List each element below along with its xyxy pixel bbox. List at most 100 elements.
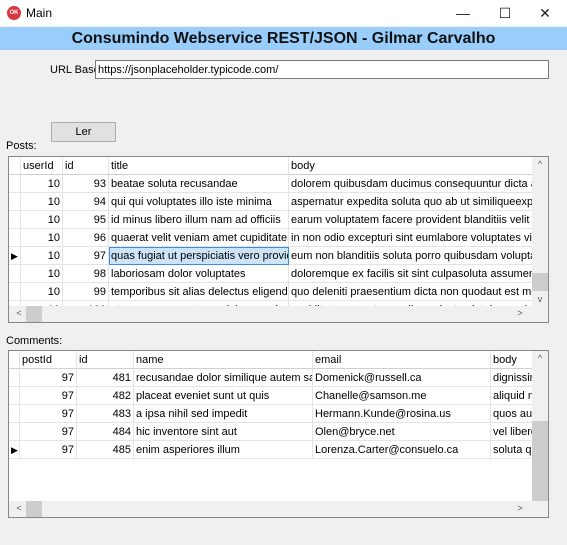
row-indicator: [9, 369, 20, 387]
indicator-header: [9, 157, 21, 175]
vertical-scroll-thumb[interactable]: [532, 273, 548, 291]
cell-title[interactable]: beatae soluta recusandae: [109, 175, 289, 193]
row-indicator: [9, 423, 20, 441]
vertical-scroll-thumb[interactable]: [532, 421, 548, 501]
cell-id[interactable]: 93: [63, 175, 109, 193]
row-indicator: [9, 229, 21, 247]
column-header-id[interactable]: id: [63, 157, 109, 175]
cell-body[interactable]: aspernatur expedita soluta quo ab ut sim…: [289, 193, 534, 211]
horizontal-scroll-thumb[interactable]: [26, 501, 42, 517]
cell-id[interactable]: 482: [77, 387, 134, 405]
cell-name[interactable]: hic inventore sint aut: [134, 423, 313, 441]
column-header-body[interactable]: body: [289, 157, 534, 175]
column-header-postId[interactable]: postId: [20, 351, 77, 369]
column-header-userId[interactable]: userId: [21, 157, 63, 175]
scroll-right-icon[interactable]: >: [512, 308, 528, 318]
row-indicator: [9, 211, 21, 229]
url-base-label: URL Base: [50, 64, 100, 76]
cell-postId[interactable]: 97: [20, 423, 77, 441]
cell-id[interactable]: 96: [63, 229, 109, 247]
horizontal-scrollbar[interactable]: < >: [9, 501, 548, 517]
indicator-header: [9, 351, 20, 369]
posts-grid[interactable]: userId id title body 10 93 beatae soluta recus…: [8, 156, 549, 323]
column-header-title[interactable]: title: [109, 157, 289, 175]
cell-title[interactable]: laboriosam dolor voluptates: [109, 265, 289, 283]
current-row-indicator-icon: ▶: [9, 441, 20, 459]
cell-id[interactable]: 95: [63, 211, 109, 229]
horizontal-scrollbar[interactable]: < >: [9, 306, 548, 322]
cell-body[interactable]: quo deleniti praesentium dicta non quoda…: [289, 283, 534, 301]
cell-title[interactable]: id minus libero illum nam ad officiis: [109, 211, 289, 229]
cell-email[interactable]: Domenick@russell.ca: [313, 369, 491, 387]
maximize-button[interactable]: ☐: [485, 0, 525, 26]
cell-body[interactable]: earum voluptatem facere provident blandi…: [289, 211, 534, 229]
cell-body[interactable]: aliquid nam: [491, 387, 534, 405]
close-button[interactable]: ✕: [525, 0, 565, 26]
cell-body[interactable]: eum non blanditiis soluta porro quibusda…: [289, 247, 534, 265]
cell-title[interactable]: temporibus sit alias delectus eligendi p…: [109, 283, 289, 301]
cell-title[interactable]: qui qui voluptates illo iste minima: [109, 193, 289, 211]
scroll-right-icon[interactable]: >: [512, 503, 528, 513]
cell-name[interactable]: a ipsa nihil sed impedit: [134, 405, 313, 423]
cell-userId[interactable]: 10: [21, 229, 63, 247]
cell-id[interactable]: 485: [77, 441, 134, 459]
cell-postId[interactable]: 97: [20, 387, 77, 405]
cell-id[interactable]: 99: [63, 283, 109, 301]
vertical-scrollbar[interactable]: ^v: [532, 351, 548, 501]
scroll-up-icon[interactable]: ^: [532, 353, 548, 363]
row-indicator: [9, 265, 21, 283]
cell-email[interactable]: Hermann.Kunde@rosina.us: [313, 405, 491, 423]
cell-id[interactable]: 97: [63, 247, 109, 265]
cell-email[interactable]: Chanelle@samson.me: [313, 387, 491, 405]
posts-label: Posts:: [6, 140, 37, 152]
cell-id[interactable]: 483: [77, 405, 134, 423]
cell-name[interactable]: enim asperiores illum: [134, 441, 313, 459]
cell-userId[interactable]: 10: [21, 211, 63, 229]
cell-name[interactable]: placeat eveniet sunt ut quis: [134, 387, 313, 405]
cell-userId[interactable]: 10: [21, 247, 63, 265]
column-header-id[interactable]: id: [77, 351, 134, 369]
cell-postId[interactable]: 97: [20, 441, 77, 459]
scroll-up-icon[interactable]: ^: [532, 159, 548, 169]
cell-title[interactable]: quaerat velit veniam amet cupiditate aut: [109, 229, 289, 247]
scroll-left-icon[interactable]: <: [11, 503, 27, 513]
cell-email[interactable]: Lorenza.Carter@consuelo.ca: [313, 441, 491, 459]
cell-body[interactable]: soluta qu: [491, 441, 534, 459]
cell-id[interactable]: 481: [77, 369, 134, 387]
read-button[interactable]: Ler: [51, 122, 116, 142]
header-banner: Consumindo Webservice REST/JSON - Gilmar…: [0, 27, 567, 50]
cell-body[interactable]: dolorem quibusdam ducimus consequuntur d…: [289, 175, 534, 193]
cell-id[interactable]: 94: [63, 193, 109, 211]
scroll-left-icon[interactable]: <: [11, 308, 27, 318]
cell-postId[interactable]: 97: [20, 369, 77, 387]
scroll-down-icon[interactable]: v: [532, 294, 548, 304]
cell-userId[interactable]: 10: [21, 283, 63, 301]
row-indicator: [9, 193, 21, 211]
comments-grid[interactable]: postId id name email body 97 481 recusandae dol…: [8, 350, 549, 518]
window-title: Main: [26, 6, 53, 20]
horizontal-scroll-thumb[interactable]: [26, 306, 42, 322]
minimize-button[interactable]: —: [443, 0, 483, 26]
cell-body[interactable]: dignissimos: [491, 369, 534, 387]
cell-name[interactable]: recusandae dolor similique autem saepe v…: [134, 369, 313, 387]
current-row-indicator-icon: ▶: [9, 247, 21, 265]
cell-userId[interactable]: 10: [21, 193, 63, 211]
cell-id[interactable]: 484: [77, 423, 134, 441]
column-header-email[interactable]: email: [313, 351, 491, 369]
row-indicator: [9, 405, 20, 423]
cell-userId[interactable]: 10: [21, 175, 63, 193]
app-icon: OK: [7, 6, 21, 20]
column-header-body[interactable]: body: [491, 351, 534, 369]
cell-postId[interactable]: 97: [20, 405, 77, 423]
cell-body[interactable]: vel libero: [491, 423, 534, 441]
cell-email[interactable]: Olen@bryce.net: [313, 423, 491, 441]
cell-title[interactable]: quas fugiat ut perspiciatis vero provide…: [109, 247, 289, 265]
column-header-name[interactable]: name: [134, 351, 313, 369]
cell-body[interactable]: in non odio excepturi sint eumlabore vol…: [289, 229, 534, 247]
cell-id[interactable]: 98: [63, 265, 109, 283]
cell-userId[interactable]: 10: [21, 265, 63, 283]
cell-body[interactable]: quos aut: [491, 405, 534, 423]
cell-body[interactable]: doloremque ex facilis sit sint culpasolu…: [289, 265, 534, 283]
url-base-input[interactable]: [95, 60, 549, 79]
vertical-scrollbar[interactable]: ^v: [532, 157, 548, 306]
